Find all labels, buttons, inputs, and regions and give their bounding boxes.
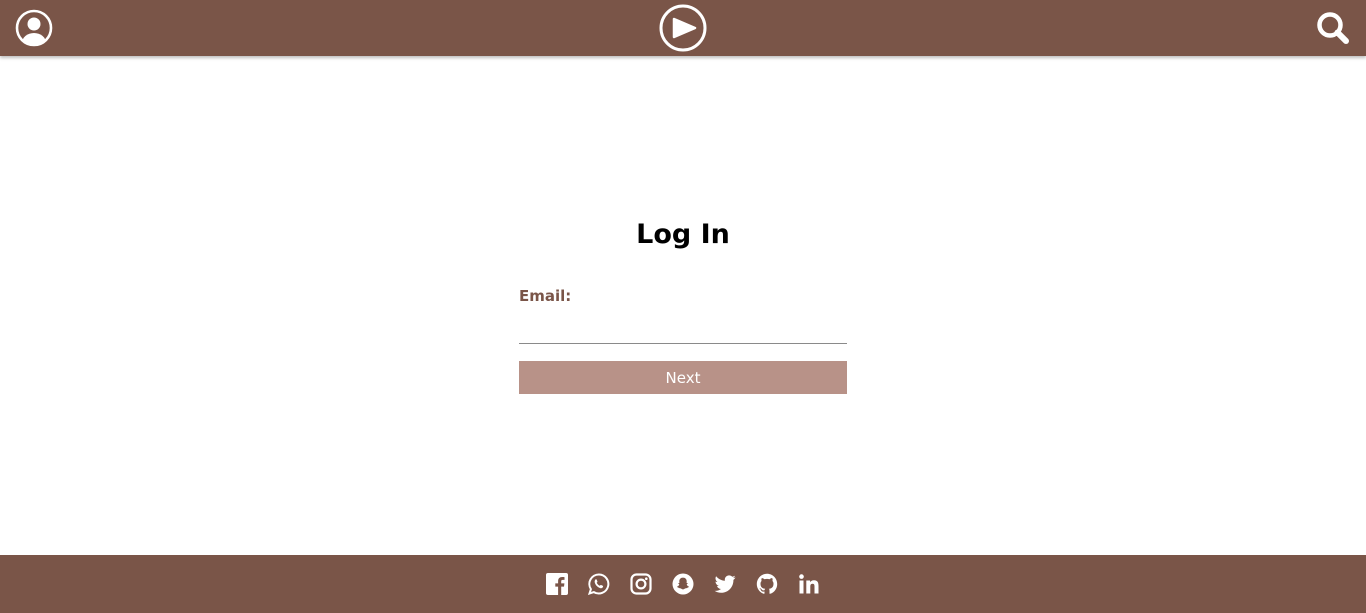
instagram-link[interactable] xyxy=(630,573,652,595)
snapchat-link[interactable] xyxy=(672,573,694,595)
linkedin-icon xyxy=(799,574,819,594)
instagram-icon xyxy=(630,573,652,595)
snapchat-icon xyxy=(672,573,694,595)
search-icon xyxy=(1317,12,1349,44)
facebook-icon xyxy=(546,573,568,595)
page-title: Log In xyxy=(636,219,730,250)
github-link[interactable] xyxy=(756,573,778,595)
twitter-icon xyxy=(714,575,736,593)
search-button[interactable] xyxy=(1313,0,1353,56)
footer-social-bar xyxy=(0,555,1366,613)
user-account-button[interactable] xyxy=(14,0,54,56)
whatsapp-link[interactable] xyxy=(588,573,610,595)
github-icon xyxy=(756,573,778,594)
user-circle-icon xyxy=(15,9,53,47)
whatsapp-icon xyxy=(588,573,610,595)
login-page: Log In Email: Next xyxy=(0,56,1366,555)
facebook-link[interactable] xyxy=(546,573,568,595)
top-navbar xyxy=(0,0,1366,56)
twitter-link[interactable] xyxy=(714,573,736,595)
play-circle-icon xyxy=(659,4,707,52)
next-button[interactable]: Next xyxy=(519,361,847,394)
home-logo-button[interactable] xyxy=(658,0,708,56)
email-field[interactable] xyxy=(519,314,847,344)
email-label: Email: xyxy=(519,287,572,305)
linkedin-link[interactable] xyxy=(798,573,820,595)
